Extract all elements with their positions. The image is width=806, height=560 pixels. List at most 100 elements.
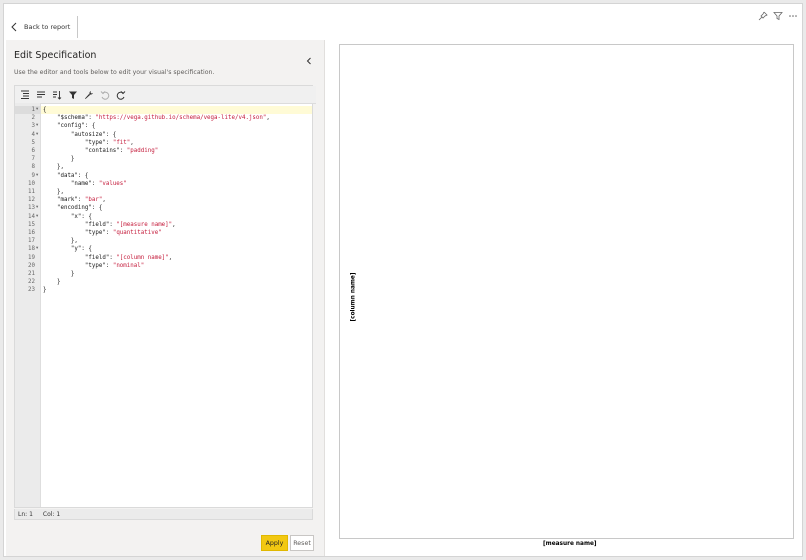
redo-icon[interactable] bbox=[115, 89, 127, 101]
code-line: "config": { bbox=[56, 123, 96, 130]
sort-icon[interactable] bbox=[51, 89, 63, 101]
line-number: 12 bbox=[28, 197, 35, 204]
line-number: 15 bbox=[28, 221, 35, 228]
code-text: } bbox=[70, 271, 75, 277]
undo-icon[interactable] bbox=[99, 89, 111, 101]
json-string: "https://vega.github.io/schema/vega-lite… bbox=[95, 115, 267, 122]
json-key: "config" bbox=[56, 123, 85, 130]
json-key: "data" bbox=[56, 172, 78, 179]
line-number: 16 bbox=[28, 230, 35, 236]
code-line: } bbox=[43, 286, 47, 294]
code-line: "data": { bbox=[56, 172, 89, 179]
code-line: }, bbox=[43, 163, 64, 171]
code-line: "autosize": { bbox=[70, 131, 117, 138]
line-number: 18 bbox=[28, 246, 35, 253]
line-number: 5 bbox=[31, 139, 36, 146]
line-number: 4 bbox=[31, 131, 36, 138]
json-key: "type" bbox=[84, 139, 106, 146]
fold-icon[interactable]: ▾ bbox=[36, 131, 38, 139]
json-key: "type" bbox=[84, 262, 106, 269]
json-key: "$schema" bbox=[56, 115, 89, 122]
json-string: "values" bbox=[98, 180, 127, 187]
code-text: } bbox=[43, 287, 47, 294]
json-key: "autosize" bbox=[70, 131, 106, 138]
cursor-column: Col: 1 bbox=[42, 510, 61, 518]
edit-specification-panel: Edit Specification Use the editor and to… bbox=[6, 40, 325, 556]
code-line: }, bbox=[43, 188, 64, 196]
json-key: "x" bbox=[70, 213, 82, 220]
visual-editor-window: Back to report Edit Specification Use th… bbox=[3, 3, 803, 557]
code-line: "$schema": "https://vega.github.io/schem… bbox=[56, 115, 270, 122]
apply-button[interactable]: Apply bbox=[261, 535, 288, 551]
code-line: "field": "[column name]", bbox=[84, 254, 173, 261]
line-number: 7 bbox=[31, 156, 36, 163]
code-text: }, bbox=[56, 164, 64, 171]
format-icon[interactable] bbox=[19, 89, 31, 101]
line-number: 11 bbox=[28, 189, 35, 195]
json-string: "fit" bbox=[112, 139, 131, 146]
code-line: "encoding": { bbox=[56, 205, 103, 212]
json-string: "padding" bbox=[126, 148, 159, 154]
code-text: } bbox=[56, 279, 61, 286]
code-text: }, bbox=[56, 189, 64, 195]
code-line: { bbox=[43, 106, 47, 114]
code-line: "type": "fit", bbox=[84, 139, 134, 146]
filter-icon[interactable] bbox=[773, 6, 783, 25]
editor-toolbar bbox=[15, 86, 316, 104]
compact-icon[interactable] bbox=[35, 89, 47, 101]
fold-icon[interactable]: ▾ bbox=[36, 245, 38, 253]
back-to-report-button[interactable]: Back to report bbox=[10, 18, 70, 36]
code-line: "y": { bbox=[70, 246, 92, 253]
fold-icon[interactable]: ▾ bbox=[36, 213, 38, 221]
line-number: 8 bbox=[31, 164, 36, 171]
json-key: "type" bbox=[84, 230, 106, 236]
json-editor[interactable]: 1 ▾ 2 3 ▾ 4 ▾ 5 6 7 8 9 ▾ 10 11 12 13 ▾ … bbox=[14, 85, 316, 508]
fold-icon[interactable]: ▾ bbox=[36, 172, 38, 180]
code-line: } bbox=[43, 270, 75, 278]
code-line: } bbox=[43, 278, 61, 286]
code-line: }, bbox=[43, 237, 78, 245]
repair-icon[interactable] bbox=[83, 89, 95, 101]
collapse-panel-button[interactable] bbox=[306, 50, 312, 69]
json-string: "[column name]" bbox=[116, 254, 169, 261]
line-number: 6 bbox=[31, 148, 36, 154]
editor-status-bar: Ln: 1 Col: 1 bbox=[14, 509, 313, 520]
cursor-line: Ln: 1 bbox=[18, 510, 33, 518]
line-number: 21 bbox=[28, 271, 35, 277]
visual-preview-area bbox=[339, 44, 794, 539]
json-key: "field" bbox=[84, 221, 110, 228]
line-number: 9 bbox=[31, 172, 36, 179]
panel-description: Use the editor and tools below to edit y… bbox=[14, 69, 215, 76]
fold-icon[interactable]: ▾ bbox=[36, 204, 38, 212]
json-string: "bar" bbox=[84, 197, 103, 204]
visual-header-icons bbox=[758, 6, 798, 25]
fold-icon[interactable]: ▾ bbox=[36, 106, 38, 114]
chevron-left-icon bbox=[306, 57, 311, 65]
pin-icon[interactable] bbox=[758, 6, 768, 25]
y-axis-title: [column name] bbox=[350, 272, 357, 322]
code-text: }, bbox=[70, 238, 78, 245]
panel-title: Edit Specification bbox=[14, 50, 97, 61]
line-number: 14 bbox=[28, 213, 35, 220]
top-bar: Back to report bbox=[4, 4, 802, 40]
line-number: 19 bbox=[28, 254, 35, 261]
json-key: "y" bbox=[70, 246, 82, 253]
chevron-left-icon bbox=[11, 22, 17, 32]
reset-button[interactable]: Reset bbox=[290, 535, 314, 551]
json-string: "quantitative" bbox=[112, 230, 162, 236]
code-area[interactable]: { "$schema": "https://vega.github.io/sch… bbox=[41, 103, 312, 507]
filter-icon[interactable] bbox=[67, 89, 79, 101]
line-number: 23 bbox=[28, 287, 35, 294]
code-line: "type": "quantitative" bbox=[84, 230, 162, 236]
line-number: 10 bbox=[28, 180, 35, 187]
json-key: "contains" bbox=[84, 148, 120, 154]
fold-icon[interactable]: ▾ bbox=[36, 122, 38, 130]
line-number: 13 bbox=[28, 205, 35, 212]
line-number: 2 bbox=[31, 115, 36, 122]
more-options-icon[interactable] bbox=[788, 6, 798, 25]
back-to-report-label: Back to report bbox=[24, 23, 71, 31]
code-line: "type": "nominal" bbox=[84, 262, 145, 269]
line-number-gutter: 1 ▾ 2 3 ▾ 4 ▾ 5 6 7 8 9 ▾ 10 11 12 13 ▾ … bbox=[15, 103, 41, 507]
code-line: "name": "values" bbox=[70, 180, 127, 187]
json-string: "nominal" bbox=[112, 262, 145, 269]
